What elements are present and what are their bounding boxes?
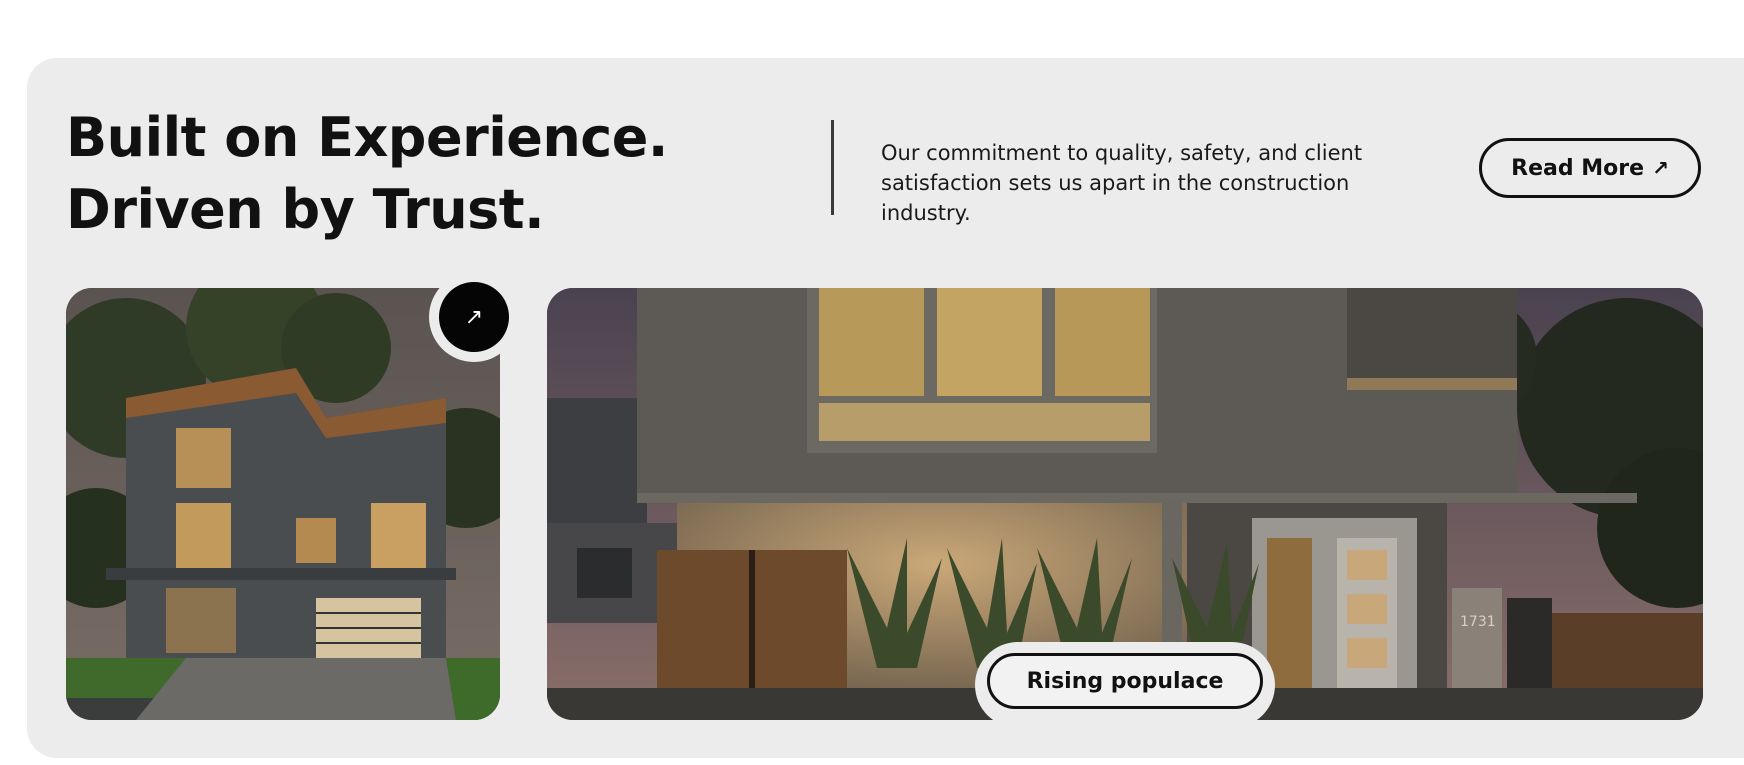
read-more-label: Read More	[1511, 155, 1645, 181]
headline-line-2: Driven by Trust.	[66, 178, 545, 241]
arrow-up-right-icon: ↗	[1652, 156, 1669, 180]
experience-section: Built on Experience. Driven by Trust. Ou…	[27, 58, 1744, 758]
read-more-button[interactable]: Read More ↗	[1479, 138, 1701, 198]
house-number-text: 1731	[1460, 614, 1496, 630]
vertical-divider	[831, 120, 834, 215]
featured-project-label[interactable]: Rising populace	[987, 653, 1263, 709]
arrow-up-right-icon: ↗	[464, 304, 484, 330]
section-headline: Built on Experience. Driven by Trust.	[66, 102, 668, 246]
headline-line-1: Built on Experience.	[66, 106, 668, 169]
house-image-card[interactable]	[66, 288, 500, 720]
modern-house-image	[66, 288, 500, 720]
featured-label-text: Rising populace	[1026, 668, 1224, 694]
intro-text: Our commitment to quality, safety, and c…	[881, 141, 1363, 225]
open-project-button[interactable]: ↗	[439, 282, 509, 352]
